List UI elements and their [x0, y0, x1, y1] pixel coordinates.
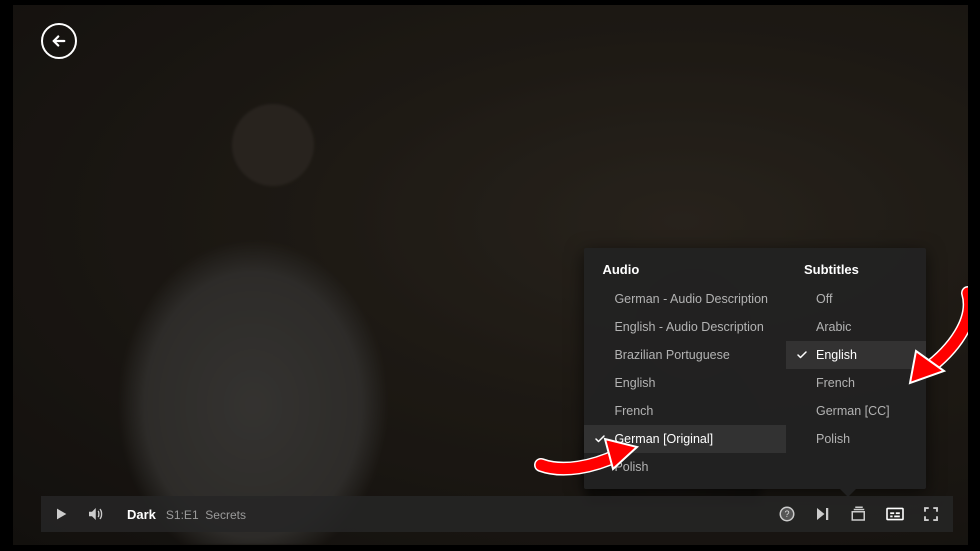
- audio-heading: Audio: [584, 262, 786, 285]
- audio-option[interactable]: Brazilian Portuguese: [584, 341, 786, 369]
- audio-option-label: Polish: [614, 460, 648, 474]
- check-icon: [594, 433, 606, 445]
- audio-option-label: Brazilian Portuguese: [614, 348, 729, 362]
- audio-option[interactable]: English: [584, 369, 786, 397]
- subtitle-option-label: German [CC]: [816, 404, 890, 418]
- fullscreen-button[interactable]: [921, 504, 941, 524]
- back-button[interactable]: [41, 23, 77, 59]
- subtitle-option-label: French: [816, 376, 855, 390]
- audio-subtitles-popup: Audio German - Audio Description English …: [584, 248, 926, 489]
- audio-option-label: German [Original]: [614, 432, 713, 446]
- subtitle-option[interactable]: Polish: [786, 425, 926, 453]
- fullscreen-icon: [922, 505, 940, 523]
- audio-option-label: German - Audio Description: [614, 292, 768, 306]
- play-button[interactable]: [51, 504, 71, 524]
- subtitle-option[interactable]: German [CC]: [786, 397, 926, 425]
- check-icon: [796, 349, 808, 361]
- next-episode-icon: [814, 505, 832, 523]
- subtitles-icon: [885, 506, 905, 522]
- svg-text:?: ?: [784, 509, 789, 519]
- help-button[interactable]: ?: [777, 504, 797, 524]
- next-episode-button[interactable]: [813, 504, 833, 524]
- show-title: Dark: [127, 507, 156, 522]
- subtitle-option[interactable]: French: [786, 369, 926, 397]
- volume-button[interactable]: [85, 504, 105, 524]
- player-control-bar: Dark S1:E1 Secrets ?: [41, 496, 953, 532]
- audio-option[interactable]: German [Original]: [584, 425, 786, 453]
- back-arrow-icon: [50, 32, 68, 50]
- audio-option[interactable]: Polish: [584, 453, 786, 481]
- play-icon: [53, 506, 69, 522]
- audio-column: Audio German - Audio Description English …: [584, 248, 786, 489]
- subtitle-option[interactable]: Off: [786, 285, 926, 313]
- subtitle-option[interactable]: Arabic: [786, 313, 926, 341]
- episodes-icon: [849, 505, 869, 523]
- volume-icon: [86, 505, 104, 523]
- audio-option[interactable]: German - Audio Description: [584, 285, 786, 313]
- episode-label: S1:E1 Secrets: [166, 508, 246, 522]
- video-frame: Audio German - Audio Description English …: [13, 5, 968, 545]
- subtitle-option-label: Arabic: [816, 320, 851, 334]
- subtitle-option[interactable]: English: [786, 341, 926, 369]
- subtitles-column: Subtitles Off Arabic English French German […: [786, 248, 926, 489]
- audio-subtitles-button[interactable]: [885, 504, 905, 524]
- audio-option-label: English - Audio Description: [614, 320, 763, 334]
- subtitle-option-label: Off: [816, 292, 832, 306]
- help-icon: ?: [778, 505, 796, 523]
- episodes-button[interactable]: [849, 504, 869, 524]
- audio-option[interactable]: French: [584, 397, 786, 425]
- subtitle-option-label: Polish: [816, 432, 850, 446]
- subtitle-option-label: English: [816, 348, 857, 362]
- audio-option-label: English: [614, 376, 655, 390]
- audio-option[interactable]: English - Audio Description: [584, 313, 786, 341]
- subtitles-heading: Subtitles: [786, 262, 926, 285]
- audio-option-label: French: [614, 404, 653, 418]
- now-playing-title: Dark S1:E1 Secrets: [127, 507, 246, 522]
